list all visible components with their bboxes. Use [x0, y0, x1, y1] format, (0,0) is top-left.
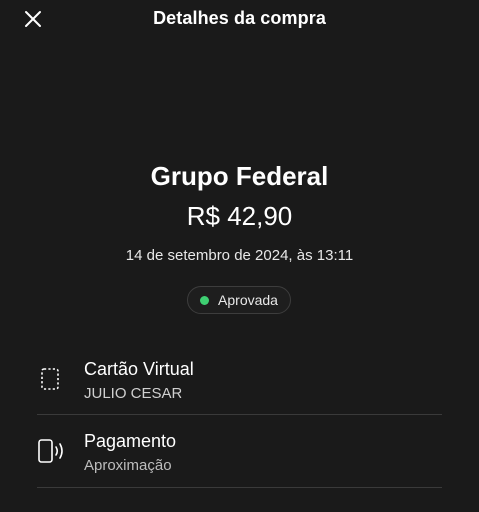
divider [37, 487, 442, 488]
detail-subtitle: Aproximação [84, 457, 172, 474]
detail-subtitle: JULIO CESAR [84, 385, 183, 402]
detail-row-payment: Pagamento Aproximação [37, 428, 442, 480]
detail-title: Pagamento [84, 431, 177, 451]
status-badge: Aprovada [187, 286, 291, 314]
merchant-name: Grupo Federal [150, 161, 329, 191]
status-label: Aprovada [218, 292, 278, 308]
purchase-amount: R$ 42,90 [186, 201, 293, 231]
contactless-phone-icon [37, 438, 67, 469]
detail-title: Cartão Virtual [84, 359, 194, 379]
page-title: Detalhes da compra [153, 8, 326, 28]
card-icon [37, 366, 61, 397]
status-dot-icon [200, 295, 210, 305]
purchase-datetime: 14 de setembro de 2024, às 13:11 [125, 247, 354, 264]
header: Detalhes da compra [0, 0, 479, 40]
redacted-text-blur [181, 383, 261, 405]
divider [37, 414, 442, 415]
